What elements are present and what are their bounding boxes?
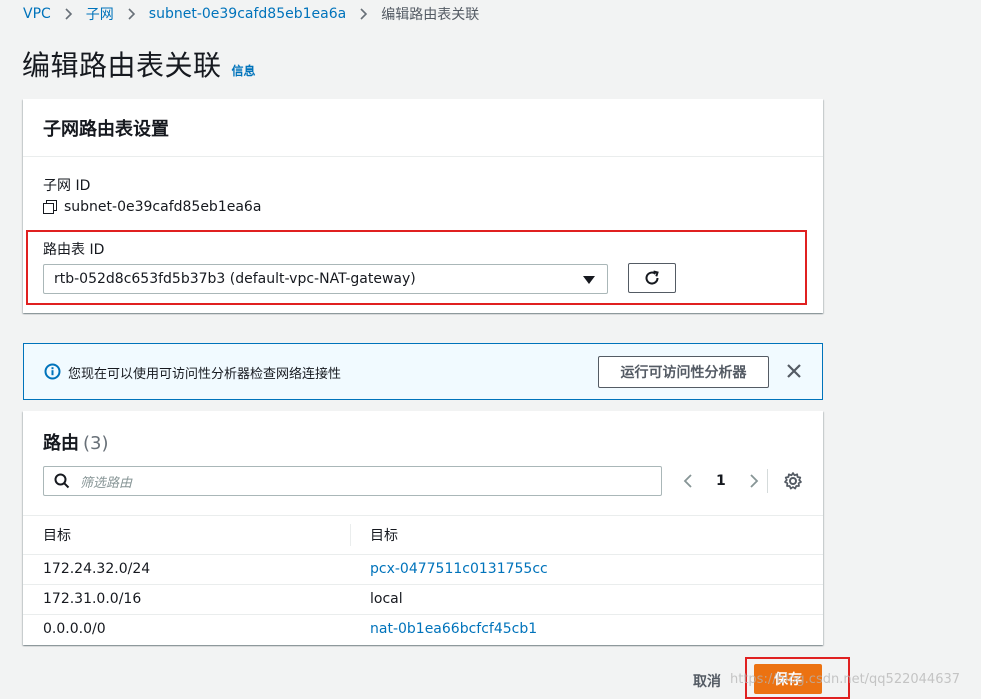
routes-count: (3) <box>83 433 109 454</box>
route-table-select[interactable]: rtb-052d8c653fd5b37b3 (default-vpc-NAT-g… <box>43 264 608 294</box>
subnet-id-value: subnet-0e39cafd85eb1ea6a <box>64 199 262 215</box>
page-header: 编辑路由表关联 信息 <box>22 44 256 84</box>
chevron-left-icon[interactable] <box>678 471 698 491</box>
breadcrumb-vpc[interactable]: VPC <box>23 6 51 22</box>
run-reachability-analyzer-button[interactable]: 运行可访问性分析器 <box>598 356 769 388</box>
table-row: 172.24.32.0/24 pcx-0477511c0131755cc <box>23 555 823 585</box>
column-divider <box>350 524 351 546</box>
route-table-id-label: 路由表 ID <box>43 242 105 258</box>
routes-panel: 路由 (3) 筛选路由 1 目标 目标 172.24.32.0/24 pcx-04… <box>23 411 823 645</box>
close-icon[interactable] <box>783 360 805 382</box>
chevron-right-icon <box>127 8 136 20</box>
filter-routes-input[interactable]: 筛选路由 <box>43 466 662 496</box>
route-destination: 172.24.32.0/24 <box>43 561 151 577</box>
subnet-id-value-row: subnet-0e39cafd85eb1ea6a <box>43 199 261 215</box>
cancel-button[interactable]: 取消 <box>693 671 721 691</box>
info-alert: 您现在可以使用可访问性分析器检查网络连接性 运行可访问性分析器 <box>23 343 823 400</box>
chevron-right-icon <box>359 8 368 20</box>
refresh-icon <box>645 270 659 285</box>
route-destination: 172.31.0.0/16 <box>43 591 142 607</box>
routes-header: 路由 (3) <box>43 429 109 455</box>
route-target-link[interactable]: pcx-0477511c0131755cc <box>370 561 548 577</box>
alert-message: 您现在可以使用可访问性分析器检查网络连接性 <box>68 367 342 382</box>
copy-icon[interactable] <box>43 199 58 215</box>
route-target-link[interactable]: nat-0b1ea66bcfcf45cb1 <box>370 621 537 637</box>
divider <box>767 469 768 493</box>
refresh-button[interactable] <box>628 263 676 293</box>
table-row: 0.0.0.0/0 nat-0b1ea66bcfcf45cb1 <box>23 615 823 645</box>
save-button[interactable]: 保存 <box>754 664 822 694</box>
breadcrumb: VPC 子网 subnet-0e39cafd85eb1ea6a 编辑路由表关联 <box>23 4 479 24</box>
breadcrumb-subnets[interactable]: 子网 <box>86 4 114 24</box>
breadcrumb-current: 编辑路由表关联 <box>381 7 480 23</box>
filter-placeholder: 筛选路由 <box>80 475 133 491</box>
chevron-right-icon[interactable] <box>744 471 764 491</box>
current-page[interactable]: 1 <box>716 473 726 489</box>
route-table-settings-panel: 子网路由表设置 子网 ID subnet-0e39cafd85eb1ea6a 路… <box>23 99 823 313</box>
info-circle-icon <box>44 363 61 380</box>
routes-title: 路由 <box>43 433 79 454</box>
column-header-target[interactable]: 目标 <box>370 525 398 545</box>
gear-icon[interactable] <box>783 471 803 491</box>
panel-header: 子网路由表设置 <box>23 99 823 157</box>
caret-down-icon <box>583 276 595 284</box>
breadcrumb-subnet-id[interactable]: subnet-0e39cafd85eb1ea6a <box>149 6 346 22</box>
table-row: 172.31.0.0/16 local <box>23 585 823 615</box>
table-header: 目标 目标 <box>23 515 823 555</box>
info-link[interactable]: 信息 <box>232 62 256 79</box>
pagination: 1 <box>678 469 764 493</box>
route-table-selected-value: rtb-052d8c653fd5b37b3 (default-vpc-NAT-g… <box>54 271 416 287</box>
chevron-right-icon <box>64 8 73 20</box>
routes-table: 目标 目标 172.24.32.0/24 pcx-0477511c0131755… <box>23 515 823 645</box>
page-title: 编辑路由表关联 <box>22 49 222 82</box>
search-icon <box>54 473 70 489</box>
subnet-id-label: 子网 ID <box>43 178 91 194</box>
route-target: local <box>370 591 403 607</box>
route-destination: 0.0.0.0/0 <box>43 621 106 637</box>
column-header-destination[interactable]: 目标 <box>43 525 71 545</box>
